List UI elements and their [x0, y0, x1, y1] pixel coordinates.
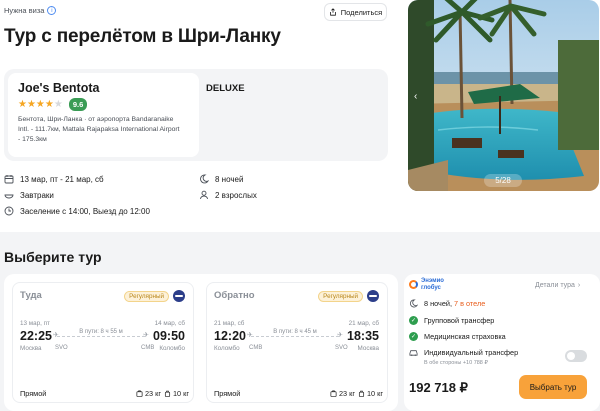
meals-icon: [4, 194, 14, 199]
leg-title: Туда: [20, 290, 42, 301]
clock-icon: [4, 206, 14, 216]
arrival-date: 14 мар, сб: [154, 320, 185, 327]
hotel-name[interactable]: Joe's Bentota: [18, 81, 189, 95]
bag-icon: [164, 390, 171, 397]
departure-city: Коломбо: [214, 345, 240, 352]
flight-type-badge: Регулярный: [318, 291, 363, 302]
baggage-info: 23 кг: [330, 389, 355, 398]
page-title: Тур с перелётом в Шри-Ланку: [4, 26, 281, 47]
stops-label: Прямой: [20, 389, 47, 398]
operator-logo: Энэмио глобус: [421, 278, 444, 291]
check-icon: ✓: [409, 332, 418, 341]
user-icon: [200, 190, 208, 200]
share-label: Поделиться: [340, 7, 383, 17]
dates-row: 13 мар, пт - 21 мар, сб: [4, 174, 104, 184]
departure-code: CMB: [249, 345, 263, 351]
share-button[interactable]: Поделиться: [324, 3, 387, 21]
flight-duration: В пути: 8 ч 45 м: [273, 329, 317, 335]
operator-logo-icon: [409, 280, 418, 289]
arrival-city: Москва: [357, 345, 380, 352]
stops-label: Прямой: [214, 389, 241, 398]
flight-route: ✈ В пути: 8 ч 55 м ✈: [51, 326, 151, 346]
flight-duration: В пути: 8 ч 55 м: [79, 329, 123, 335]
arrival-code: CMB: [141, 345, 155, 351]
bag-icon: [358, 390, 365, 397]
suitcase-icon: [330, 390, 337, 397]
airline-logo-icon: [173, 290, 185, 302]
visa-label: Нужна виза: [4, 6, 45, 15]
individual-transfer-toggle[interactable]: [565, 350, 587, 362]
rating-badge: 9.6: [68, 98, 88, 111]
guests-text: 2 взрослых: [215, 190, 257, 200]
airline-logo-icon: [367, 290, 379, 302]
flight-type-badge: Регулярный: [124, 291, 169, 302]
nights-row: 8 ночей: [199, 174, 243, 184]
nights-info: 8 ночей, 7 в отеле: [409, 299, 485, 308]
group-transfer-feature: ✓ Групповой трансфер: [409, 316, 495, 325]
nights-text: 8 ночей: [215, 174, 244, 184]
arrival-time: 18:35: [347, 329, 379, 343]
guests-row: 2 взрослых: [199, 190, 257, 200]
chevron-right-icon: ›: [577, 282, 581, 289]
star-rating: ★★★★★: [18, 99, 63, 110]
outbound-flight[interactable]: Туда Регулярный 13 мар, пт 22:25 Москва …: [12, 282, 194, 403]
checkin-text: Заселение с 14:00, Выезд до 12:00: [20, 206, 150, 216]
visa-notice: Нужна виза i: [4, 6, 57, 15]
tour-price: 192 718 ₽: [409, 380, 468, 395]
hotel-card: Joe's Bentota ★★★★★ 9.6 Бентота, Шри-Лан…: [4, 69, 388, 161]
flights-card: Туда Регулярный 13 мар, пт 22:25 Москва …: [4, 274, 398, 411]
room-type: DELUXE: [206, 83, 245, 94]
info-icon[interactable]: i: [47, 6, 57, 15]
check-icon: ✓: [409, 316, 418, 325]
departure-time: 12:20: [214, 329, 246, 343]
suitcase-icon: [136, 390, 143, 397]
arrival-city: Коломбо: [159, 345, 185, 352]
transfer-price-note: В обе стороны +10 788 ₽: [424, 360, 488, 366]
dates-text: 13 мар, пт - 21 мар, сб: [20, 174, 104, 184]
tour-details-link[interactable]: Детали тура ›: [535, 282, 580, 289]
meals-row: Завтраки: [4, 190, 54, 200]
landing-icon: ✈: [337, 332, 343, 339]
hotel-location: Бентота, Шри-Ланка · от аэропорта Bandar…: [18, 116, 180, 143]
car-icon: [409, 350, 418, 356]
return-flight[interactable]: Обратно Регулярный 21 мар, сб 12:20 Коло…: [206, 282, 388, 403]
checkin-row: Заселение с 14:00, Выезд до 12:00: [4, 206, 150, 216]
photo-counter: 5/28: [484, 174, 522, 187]
share-icon: [329, 8, 336, 16]
moon-icon: [409, 299, 418, 308]
hotel-info[interactable]: Joe's Bentota ★★★★★ 9.6 Бентота, Шри-Лан…: [8, 73, 199, 157]
prev-photo-icon[interactable]: ‹: [414, 91, 417, 102]
arrival-date: 21 мар, сб: [348, 320, 379, 327]
departure-date: 21 мар, сб: [214, 320, 245, 327]
arrival-time: 09:50: [153, 329, 185, 343]
calendar-icon: [4, 175, 14, 184]
landing-icon: ✈: [143, 332, 149, 339]
departure-city: Москва: [20, 345, 42, 352]
baggage-info: 23 кг: [136, 389, 161, 398]
leg-title: Обратно: [214, 290, 255, 301]
departure-time: 22:25: [20, 329, 52, 343]
individual-transfer-option: Индивидуальный трансфер: [409, 348, 518, 357]
meals-text: Завтраки: [20, 190, 54, 200]
insurance-feature: ✓ Медицинская страховка: [409, 332, 506, 341]
flight-route: ✈ В пути: 8 ч 45 м ✈: [245, 326, 345, 346]
hotel-photo[interactable]: [408, 0, 599, 191]
departure-date: 13 мар, пт: [20, 320, 50, 327]
moon-icon: [200, 174, 209, 184]
arrival-code: SVO: [335, 345, 348, 351]
section-title: Выберите тур: [4, 249, 102, 265]
choose-tour-button[interactable]: Выбрать тур: [519, 375, 587, 399]
departure-code: SVO: [55, 345, 68, 351]
carry-on-info: 10 кг: [358, 389, 383, 398]
carry-on-info: 10 кг: [164, 389, 189, 398]
